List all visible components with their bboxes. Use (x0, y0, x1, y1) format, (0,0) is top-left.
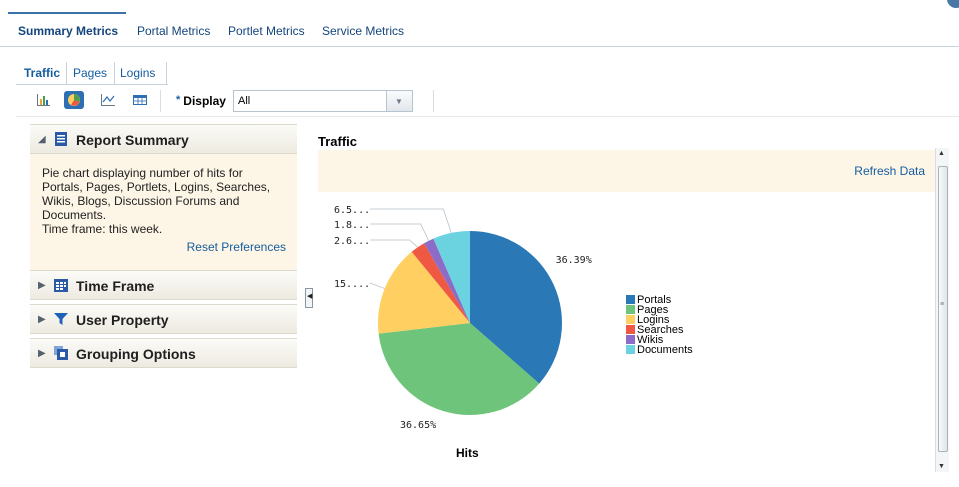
expand-triangle-icon: ▶ (38, 280, 46, 291)
legend-swatch (626, 345, 635, 354)
tab-summary-metrics[interactable]: Summary Metrics (18, 24, 118, 38)
legend-swatch (626, 325, 635, 334)
expand-triangle-icon: ▶ (38, 348, 46, 359)
subtab-underline (16, 84, 168, 85)
toolbar-bottom-border (16, 116, 959, 117)
active-tab-indicator (8, 12, 126, 14)
display-select-value: All (238, 95, 251, 107)
pie-label-logins: 15.... (334, 279, 370, 290)
report-summary-header[interactable]: ◢ Report Summary (30, 124, 297, 154)
pie-label-portals: 36.39% (556, 255, 592, 266)
toolbar-divider (433, 90, 434, 112)
tab-portal-metrics[interactable]: Portal Metrics (137, 24, 210, 38)
refresh-data-link[interactable]: Refresh Data (854, 164, 925, 178)
pie-leader-line (369, 282, 385, 289)
scroll-up-arrow-icon[interactable]: ▲ (938, 150, 945, 157)
pie-label-searches: 2.6... (334, 236, 370, 247)
grip-icon: ≡ (940, 301, 945, 308)
report-summary-title: Report Summary (76, 132, 189, 148)
chart-legend: Portals Pages Logins Searches Wikis Documents (626, 295, 693, 356)
pie-label-wikis: 1.8... (334, 220, 370, 231)
filter-icon (54, 313, 68, 325)
chart-x-axis-label: Hits (456, 446, 479, 460)
subtab-pages[interactable]: Pages (73, 66, 107, 80)
table-icon[interactable] (130, 91, 150, 109)
pie-leader-line (370, 223, 430, 241)
pie-leader-line (370, 239, 418, 248)
pie-label-pages: 36.65% (400, 420, 436, 431)
toolbar-divider (160, 90, 161, 112)
document-icon (55, 132, 67, 146)
chart-title: Traffic (318, 134, 358, 149)
panel-splitter-collapse[interactable]: ◀ (305, 288, 313, 308)
subtab-divider (166, 62, 167, 84)
report-summary-text: Pie chart displaying number of hits for … (42, 166, 271, 236)
reset-preferences-link[interactable]: Reset Preferences (187, 240, 286, 254)
legend-label: Documents (637, 344, 693, 356)
scroll-down-arrow-icon[interactable]: ▼ (938, 463, 945, 470)
report-options-panel: ◢ Report Summary Pie chart displaying nu… (30, 124, 297, 370)
grouping-icon (54, 346, 68, 360)
display-label-text: Display (183, 94, 226, 108)
chart-scrollbar[interactable]: ▲ ≡ ▼ (935, 148, 949, 472)
dropdown-button[interactable]: ▼ (386, 91, 412, 111)
pie-label-documents: 6.5... (334, 205, 370, 216)
arrow-left-icon: ◀ (307, 293, 313, 300)
expand-triangle-icon: ▶ (38, 314, 46, 325)
report-summary-body: Pie chart displaying number of hits for … (30, 154, 297, 270)
display-select[interactable]: All ▼ (233, 90, 413, 112)
legend-swatch (626, 295, 635, 304)
tab-service-metrics[interactable]: Service Metrics (322, 24, 404, 38)
subtab-logins[interactable]: Logins (120, 66, 155, 80)
refresh-bar: Refresh Data (318, 150, 936, 192)
line-chart-icon[interactable] (98, 91, 118, 109)
calendar-icon (54, 279, 68, 292)
corner-decoration (947, 0, 959, 8)
grouping-options-title: Grouping Options (76, 346, 196, 362)
subtab-traffic[interactable]: Traffic (24, 66, 60, 80)
bar-chart-icon[interactable] (33, 91, 53, 109)
traffic-pie-chart: 36.39% 36.65% 15.... 2.6... 1.8... 6.5... (334, 205, 592, 431)
tab-portlet-metrics[interactable]: Portlet Metrics (228, 24, 305, 38)
scroll-thumb[interactable]: ≡ (938, 166, 948, 452)
chevron-down-icon: ▼ (395, 97, 403, 106)
top-tab-bar: Summary Metrics Portal Metrics Portlet M… (0, 12, 959, 47)
pie-chart-icon[interactable] (64, 91, 84, 109)
time-frame-title: Time Frame (76, 278, 155, 294)
collapse-triangle-icon: ◢ (38, 134, 46, 145)
pie-leader-line (370, 208, 452, 234)
display-label: * Display (176, 94, 226, 108)
legend-swatch (626, 335, 635, 344)
legend-swatch (626, 315, 635, 324)
grouping-options-header[interactable]: ▶ Grouping Options (30, 338, 297, 368)
time-frame-header[interactable]: ▶ Time Frame (30, 270, 297, 300)
subtab-divider (66, 62, 67, 84)
user-property-header[interactable]: ▶ User Property (30, 304, 297, 334)
legend-swatch (626, 305, 635, 314)
required-marker: * (176, 94, 181, 106)
subtab-divider (114, 62, 115, 84)
user-property-title: User Property (76, 312, 169, 328)
legend-item-documents: Documents (626, 344, 693, 356)
